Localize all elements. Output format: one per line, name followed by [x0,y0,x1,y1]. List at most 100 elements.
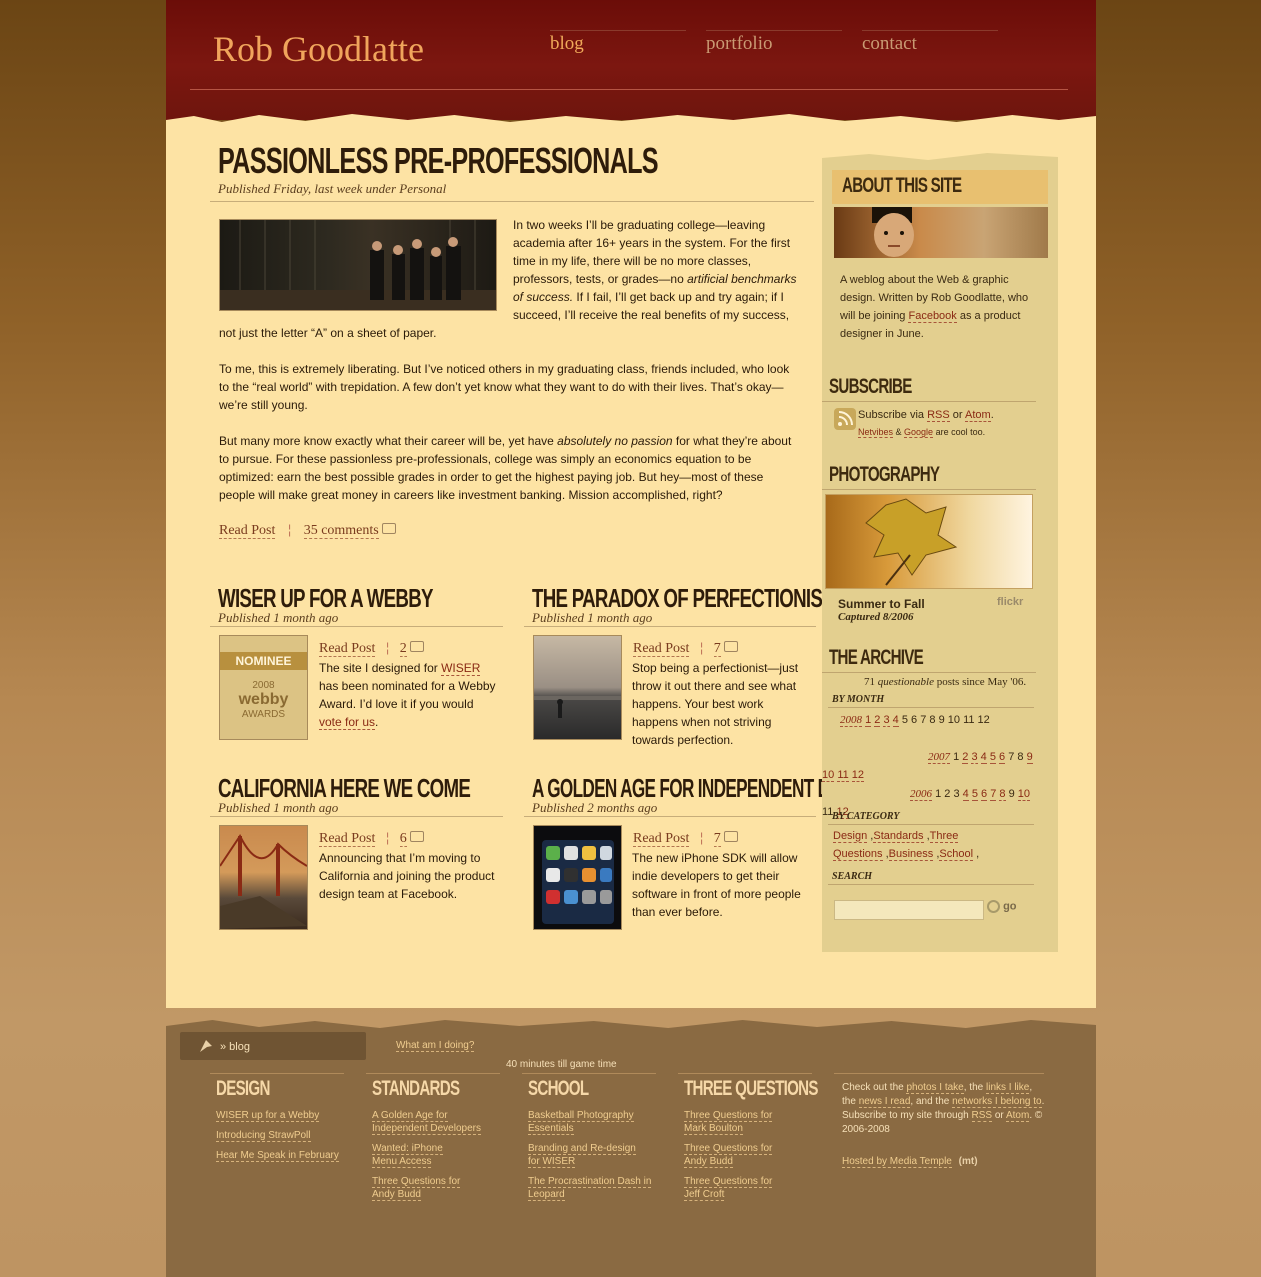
post-meta: Published 1 month ago [532,610,653,625]
comment-bubble-icon [723,641,738,652]
archive-month-2007-5[interactable]: 5 [989,751,996,764]
comment-bubble-icon [723,831,738,842]
archive-month-2007-12[interactable]: 12 [851,769,865,782]
archive-month-2006-8[interactable]: 8 [999,788,1006,801]
archive-month-2008-7: 7 [920,714,927,726]
archive-month-2007-11[interactable]: 11 [837,769,849,782]
featured-comments-link[interactable]: 35 comments [303,523,379,539]
read-post-link[interactable]: Read Post [319,831,376,847]
footer-col-title[interactable]: Design [216,1077,270,1101]
photos-link[interactable]: photos I take [906,1082,964,1094]
search-input[interactable] [834,900,984,920]
archive-month-2007-3[interactable]: 3 [971,751,978,764]
footer-link[interactable]: Three Questions for Jeff Croft [684,1176,773,1201]
category-link[interactable]: Standards [873,830,924,843]
sidebar-divider [822,672,1036,673]
facebook-link[interactable]: Facebook [908,310,957,323]
about-text: A weblog about the Web & graphic design.… [840,271,1040,343]
archive-year-link[interactable]: 2007 [928,751,950,764]
archive-month-2007-2[interactable]: 2 [962,751,969,764]
footer-item: Hear Me Speak in February [216,1149,356,1162]
search-button[interactable]: go [987,900,1017,913]
footer-link[interactable]: Hear Me Speak in February [216,1150,339,1162]
footer-link[interactable]: Basketball Photography Essentials [528,1110,634,1135]
photo-caption: Summer to Fall [838,597,925,611]
footer-link[interactable]: WISER up for a Webby [216,1110,320,1122]
media-temple-link[interactable]: Hosted by Media Temple [842,1156,952,1168]
footer-link[interactable]: A Golden Age for Independent Developers [372,1110,481,1135]
archive-month-2006-10[interactable]: 10 [1017,788,1030,801]
news-link[interactable]: news I read [858,1096,911,1108]
read-post-link[interactable]: Read Post [633,641,690,657]
archive-month-2008-1[interactable]: 1 [865,714,872,727]
nav-blog[interactable]: blog [550,30,686,55]
site-header: Rob Goodlatte blog portfolio contact [166,0,1096,120]
archive-month-2007-9[interactable]: 9 [1026,751,1033,764]
footer-link[interactable]: Three Questions for Mark Boulton [684,1110,773,1135]
photo-summer-to-fall[interactable] [825,494,1033,589]
footer-link[interactable]: Branding and Re-design for WISER [528,1143,636,1168]
comment-count-link[interactable]: 7 [713,831,721,847]
archive-month-2006-7[interactable]: 7 [990,788,997,801]
sidebar-divider [828,824,1034,825]
archive-month-2007-10[interactable]: 10 [822,769,835,782]
rss-icon[interactable] [834,408,856,430]
footer-rss-link[interactable]: RSS [971,1110,993,1122]
nav-contact[interactable]: contact [862,30,998,55]
archive-month-2006-3: 3 [953,788,960,800]
comment-bubble-icon [409,831,424,842]
footer-divider [678,1073,812,1074]
vote-link[interactable]: vote for us [319,715,376,730]
archive-year-link[interactable]: 2008 [840,714,862,727]
featured-read-post-link[interactable]: Read Post [219,523,276,539]
footer-link[interactable]: Three Questions for Andy Budd [372,1176,461,1201]
nav-portfolio[interactable]: portfolio [706,30,842,55]
footer-breadcrumb[interactable]: » blog [220,1041,250,1053]
archive-month-2008-2[interactable]: 2 [874,714,881,727]
leaf-icon [865,498,958,586]
site-title[interactable]: Rob Goodlatte [213,28,424,70]
google-link[interactable]: Google [904,427,934,438]
category-link[interactable]: Design [833,830,868,843]
separator: ¦ [385,640,390,655]
category-link[interactable]: School [939,848,974,861]
footer-col-title[interactable]: Three Questions [684,1077,818,1101]
archive-year-link[interactable]: 2006 [910,788,932,801]
archive-month-2006-4[interactable]: 4 [962,788,969,801]
archive-month-2006-5[interactable]: 5 [971,788,978,801]
what-am-i-doing-link[interactable]: What am I doing? [396,1040,475,1052]
footer-item: Wanted: iPhone Menu Access [372,1142,462,1168]
footer-col-title[interactable]: Standards [372,1077,460,1101]
footer-col-title[interactable]: School [528,1077,589,1101]
archive-month-2008-4[interactable]: 4 [892,714,899,727]
flickr-logo[interactable]: flickr [997,596,1023,608]
archive-month-2007-6[interactable]: 6 [999,751,1006,764]
rss-link[interactable]: RSS [927,409,950,422]
footer-link[interactable]: Wanted: iPhone Menu Access [372,1143,443,1168]
links-link[interactable]: links I like [986,1082,1030,1094]
comment-count-link[interactable]: 6 [399,831,407,847]
separator: ¦ [287,522,292,537]
featured-title[interactable]: Passionless Pre-Professionals [218,140,659,182]
category-link[interactable]: Business [888,848,934,861]
archive-month-2006-9: 9 [1008,788,1015,800]
archive-month-2006-6[interactable]: 6 [981,788,988,801]
footer-link[interactable]: Three Questions for Andy Budd [684,1143,773,1168]
comment-count-link[interactable]: 7 [713,641,721,657]
wiser-link[interactable]: WISER [441,661,481,676]
read-post-link[interactable]: Read Post [319,641,376,657]
networks-link[interactable]: networks I belong to [952,1096,1042,1108]
comment-count-link[interactable]: 2 [399,641,407,657]
atom-link[interactable]: Atom [965,409,991,422]
archive-month-2007-4[interactable]: 4 [980,751,987,764]
footer-link[interactable]: The Procrastination Dash in Leopard [528,1176,652,1201]
archive-year-row: 2007 1 2 3 4 5 6 7 8 9 10 11 12 [822,748,1036,784]
archive-month-2008-3[interactable]: 3 [883,714,890,727]
archive-month-2006-2: 2 [944,788,951,800]
footer-item: WISER up for a Webby [216,1109,346,1122]
footer-atom-link[interactable]: Atom [1005,1110,1030,1122]
read-post-link[interactable]: Read Post [633,831,690,847]
archive-count-em: questionable [877,676,934,688]
netvibes-link[interactable]: Netvibes [858,427,894,438]
footer-link[interactable]: Introducing StrawPoll [216,1130,311,1142]
